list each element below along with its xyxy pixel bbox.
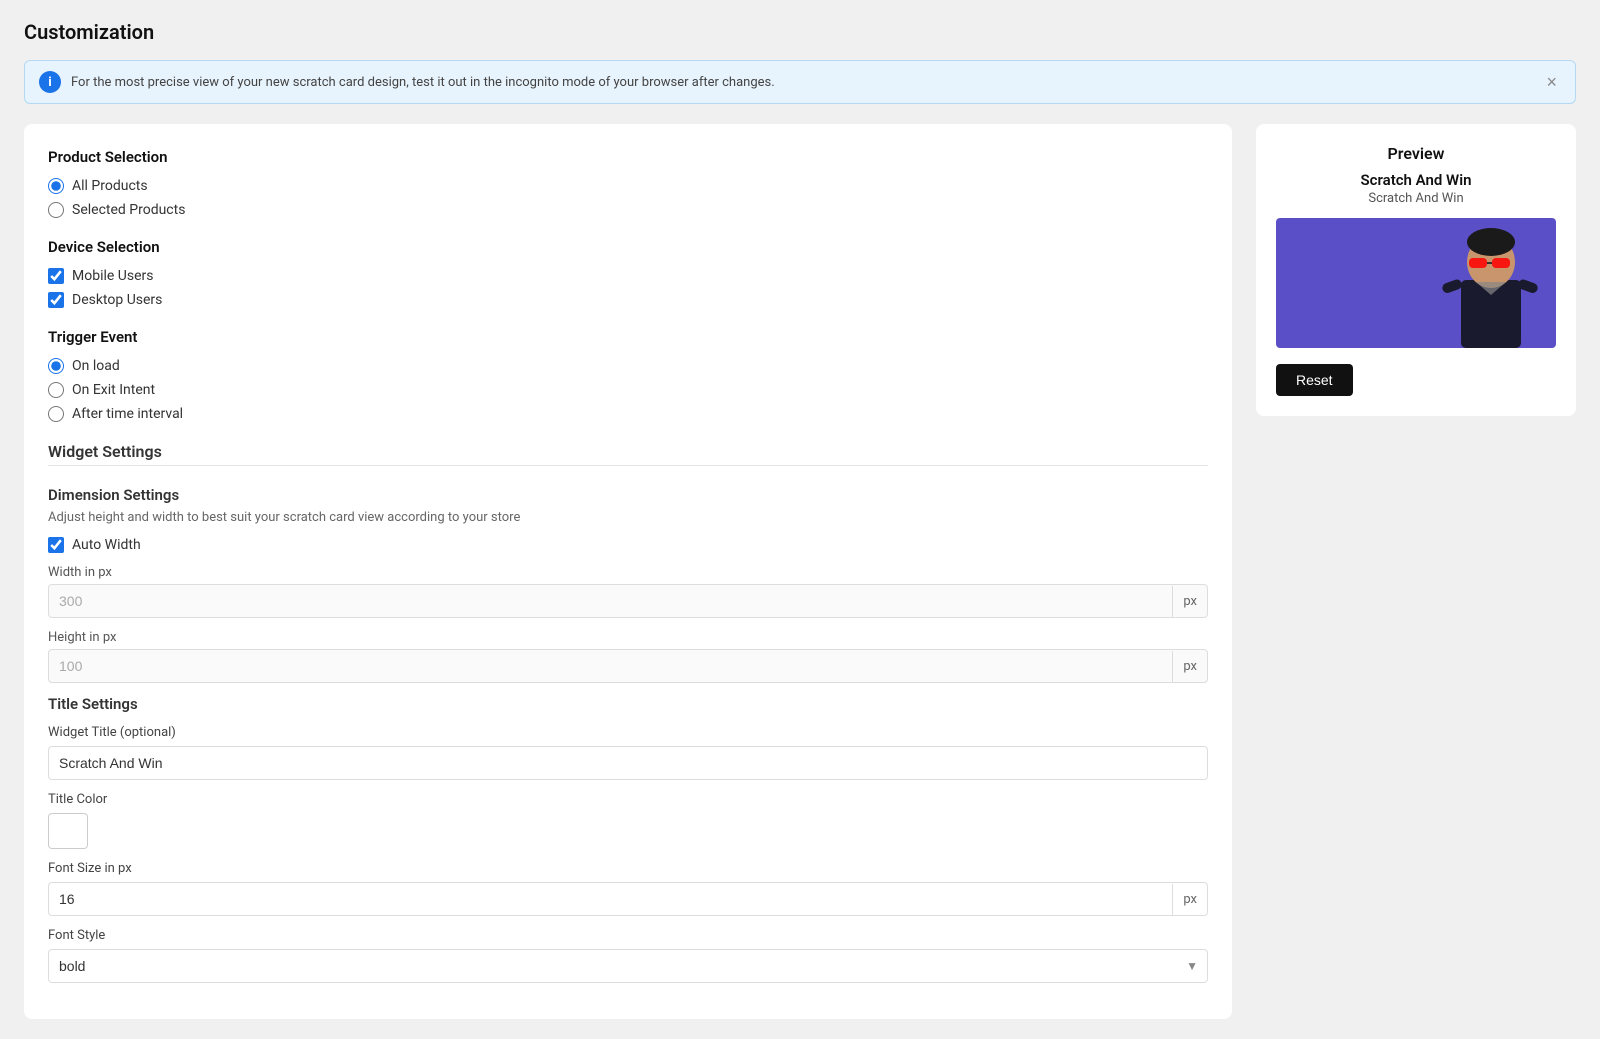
- preview-image: [1276, 218, 1556, 348]
- main-layout: Product Selection All Products Selected …: [24, 124, 1576, 1019]
- width-px-label: px: [1172, 586, 1207, 617]
- banner-close-button[interactable]: ×: [1542, 72, 1561, 93]
- height-input[interactable]: [49, 650, 1172, 682]
- width-label: Width in px: [48, 565, 1208, 580]
- auto-width-checkbox[interactable]: [48, 537, 64, 553]
- height-label: Height in px: [48, 630, 1208, 645]
- trigger-event-group: On load On Exit Intent After time interv…: [48, 358, 1208, 422]
- font-style-wrapper: bold italic normal bold italic ▼: [48, 949, 1208, 983]
- product-selection-title: Product Selection: [48, 148, 1208, 166]
- on-load-option[interactable]: On load: [48, 358, 1208, 374]
- title-settings-section: Title Settings Widget Title (optional) T…: [48, 695, 1208, 983]
- trigger-event-title: Trigger Event: [48, 328, 1208, 346]
- section-divider: [48, 465, 1208, 466]
- dimension-settings-section: Dimension Settings Adjust height and wid…: [48, 486, 1208, 683]
- all-products-radio[interactable]: [48, 178, 64, 194]
- settings-panel: Product Selection All Products Selected …: [24, 124, 1232, 1019]
- device-selection-group: Mobile Users Desktop Users: [48, 268, 1208, 308]
- mobile-users-checkbox[interactable]: [48, 268, 64, 284]
- after-time-interval-option[interactable]: After time interval: [48, 406, 1208, 422]
- device-selection-title: Device Selection: [48, 238, 1208, 256]
- widget-title-label: Widget Title (optional): [48, 725, 1208, 740]
- width-input[interactable]: [49, 585, 1172, 617]
- title-color-label: Title Color: [48, 792, 1208, 807]
- character-svg: [1436, 220, 1546, 348]
- reset-button[interactable]: Reset: [1276, 364, 1353, 396]
- all-products-option[interactable]: All Products: [48, 178, 1208, 194]
- font-size-wrapper: px: [48, 882, 1208, 916]
- on-exit-intent-label: On Exit Intent: [72, 382, 155, 398]
- trigger-event-section: Trigger Event On load On Exit Intent Aft…: [48, 328, 1208, 422]
- device-selection-section: Device Selection Mobile Users Desktop Us…: [48, 238, 1208, 308]
- mobile-users-option[interactable]: Mobile Users: [48, 268, 1208, 284]
- info-banner: i For the most precise view of your new …: [24, 60, 1576, 104]
- height-input-wrapper: px: [48, 649, 1208, 683]
- preview-title: Preview: [1276, 144, 1556, 163]
- font-style-select[interactable]: bold italic normal bold italic: [48, 949, 1208, 983]
- desktop-users-option[interactable]: Desktop Users: [48, 292, 1208, 308]
- on-load-radio[interactable]: [48, 358, 64, 374]
- dimension-settings-title: Dimension Settings: [48, 486, 1208, 504]
- on-exit-intent-option[interactable]: On Exit Intent: [48, 382, 1208, 398]
- widget-settings-title: Widget Settings: [48, 442, 1208, 461]
- after-time-interval-radio[interactable]: [48, 406, 64, 422]
- widget-title-input[interactable]: [48, 746, 1208, 780]
- preview-card-subtitle: Scratch And Win: [1276, 191, 1556, 206]
- auto-width-label: Auto Width: [72, 537, 141, 553]
- product-selection-group: All Products Selected Products: [48, 178, 1208, 218]
- desktop-users-label: Desktop Users: [72, 292, 162, 308]
- font-size-px-label: px: [1172, 884, 1207, 915]
- title-settings-title: Title Settings: [48, 695, 1208, 713]
- width-input-wrapper: px: [48, 584, 1208, 618]
- desktop-users-checkbox[interactable]: [48, 292, 64, 308]
- height-px-label: px: [1172, 651, 1207, 682]
- font-style-label: Font Style: [48, 928, 1208, 943]
- font-size-label: Font Size in px: [48, 861, 1208, 876]
- auto-width-option[interactable]: Auto Width: [48, 537, 1208, 553]
- preview-card-title: Scratch And Win: [1276, 171, 1556, 189]
- info-icon: i: [39, 71, 61, 93]
- on-load-label: On load: [72, 358, 120, 374]
- product-selection-section: Product Selection All Products Selected …: [48, 148, 1208, 218]
- widget-settings-section: Widget Settings: [48, 442, 1208, 466]
- selected-products-radio[interactable]: [48, 202, 64, 218]
- selected-products-option[interactable]: Selected Products: [48, 202, 1208, 218]
- selected-products-label: Selected Products: [72, 202, 185, 218]
- all-products-label: All Products: [72, 178, 148, 194]
- page-title: Customization: [24, 20, 1576, 44]
- after-time-interval-label: After time interval: [72, 406, 183, 422]
- mobile-users-label: Mobile Users: [72, 268, 153, 284]
- dimension-description: Adjust height and width to best suit you…: [48, 510, 1208, 525]
- banner-text: For the most precise view of your new sc…: [71, 75, 1532, 90]
- title-color-swatch[interactable]: [48, 813, 88, 849]
- on-exit-intent-radio[interactable]: [48, 382, 64, 398]
- preview-panel: Preview Scratch And Win Scratch And Win: [1256, 124, 1576, 416]
- font-size-input[interactable]: [49, 883, 1172, 915]
